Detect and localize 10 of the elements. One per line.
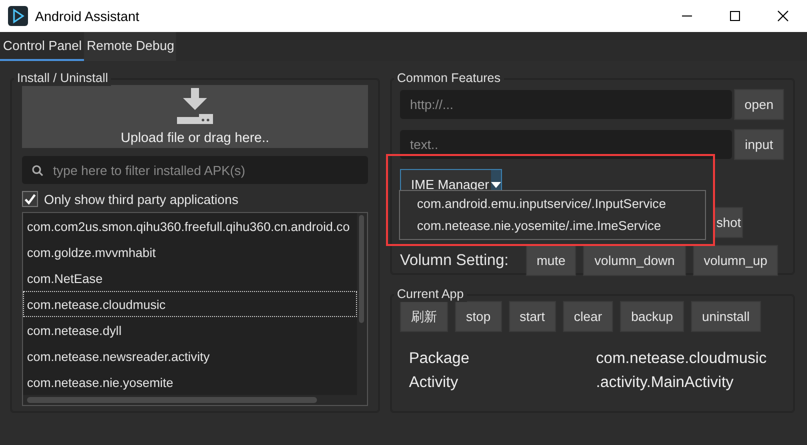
info-label: Activity <box>409 374 460 392</box>
info-label: Package <box>409 350 470 368</box>
group-title: Current App <box>394 286 467 302</box>
info-value: .activity.MainActivity <box>596 374 735 392</box>
volume-label: Volumn Setting: <box>400 252 509 270</box>
upload-label: Upload file or drag here.. <box>120 130 270 145</box>
group-title: Install / Uninstall <box>14 70 112 86</box>
info-value: com.netease.cloudmusic <box>596 350 768 368</box>
window-title: Android Assistant <box>35 8 140 24</box>
checkbox-label: Only show third party applications <box>44 192 238 206</box>
